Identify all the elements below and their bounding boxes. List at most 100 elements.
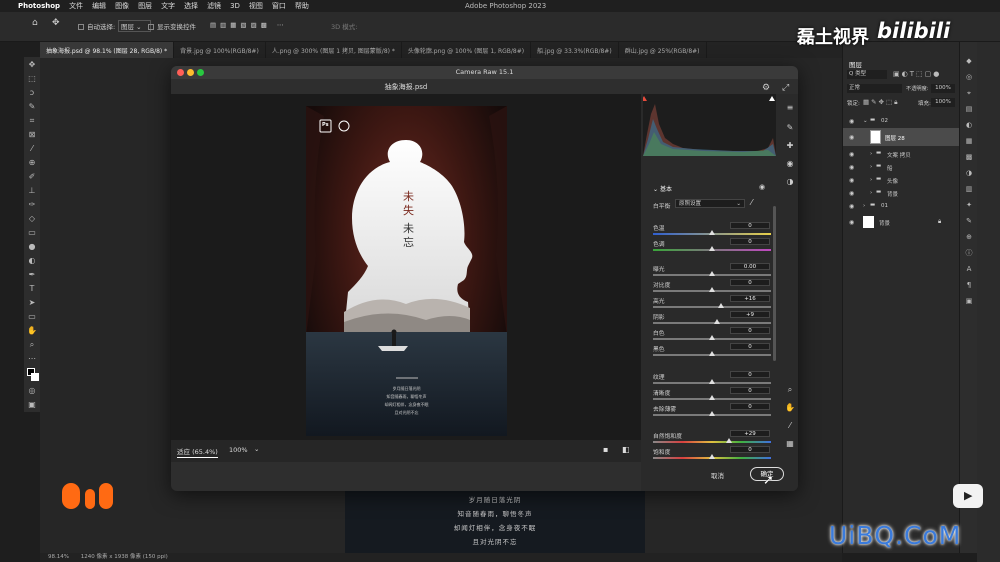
- channels-icon[interactable]: ◎: [964, 72, 974, 82]
- layer-row-selected[interactable]: ◉ 图层 28: [843, 128, 960, 146]
- slider-thumb[interactable]: [709, 335, 715, 340]
- zoom-tool-icon[interactable]: ⌕: [27, 340, 37, 350]
- chevron-down-icon[interactable]: ⌄: [254, 445, 259, 453]
- edit-sliders-icon[interactable]: ≡: [784, 102, 796, 114]
- menu-3d[interactable]: 3D: [230, 2, 240, 10]
- show-transform-checkbox[interactable]: 显示变换控件: [148, 21, 196, 31]
- slider-value-field[interactable]: +16: [730, 295, 770, 302]
- slider-12[interactable]: 饱和度 0: [653, 446, 773, 465]
- panel-scrollbar[interactable]: [773, 206, 776, 361]
- character-icon[interactable]: A: [964, 264, 974, 274]
- layer-row-group[interactable]: ◉ › ▬ 文案 拷贝: [843, 148, 960, 161]
- status-zoom[interactable]: 98.14%: [48, 554, 69, 560]
- chevron-right-icon[interactable]: ›: [863, 203, 865, 209]
- slider-value-field[interactable]: 0: [730, 371, 770, 378]
- gradient-tool-icon[interactable]: ▭: [27, 228, 37, 238]
- properties-icon[interactable]: ▦: [964, 136, 974, 146]
- chevron-right-icon[interactable]: ›: [870, 151, 872, 157]
- slider-thumb[interactable]: [709, 246, 715, 251]
- layer-row-group[interactable]: ◉ › ▬ 头像: [843, 174, 960, 187]
- eye-icon[interactable]: ◉: [849, 203, 854, 210]
- slider-value-field[interactable]: 0: [730, 387, 770, 394]
- healing-tool-icon[interactable]: ⊕: [27, 158, 37, 168]
- slider-track[interactable]: [653, 306, 771, 308]
- menu-file[interactable]: 文件: [69, 1, 83, 11]
- menu-type[interactable]: 文字: [161, 1, 175, 11]
- slider-value-field[interactable]: +29: [730, 430, 770, 437]
- presets-icon[interactable]: ◑: [784, 176, 796, 188]
- eye-icon[interactable]: ◉: [849, 190, 854, 197]
- eye-icon[interactable]: ◉: [849, 118, 854, 125]
- quick-mask-icon[interactable]: ◎: [27, 386, 37, 396]
- layers-tab[interactable]: 图层: [849, 59, 862, 69]
- zoom-fit-button[interactable]: 适应 (65.4%): [177, 446, 218, 458]
- slider-track[interactable]: [653, 441, 771, 443]
- eye-icon[interactable]: ◉: [849, 151, 854, 158]
- slider-thumb[interactable]: [709, 351, 715, 356]
- layer-filter-dropdown[interactable]: Q 类型: [847, 70, 887, 79]
- view-toggle-icon[interactable]: ▪: [603, 445, 608, 454]
- marquee-tool-icon[interactable]: ⬚: [27, 74, 37, 84]
- home-icon[interactable]: ⌂: [32, 18, 38, 28]
- slider-thumb[interactable]: [709, 395, 715, 400]
- slider-thumb[interactable]: [726, 438, 733, 443]
- color-sampler-icon[interactable]: ⁄: [784, 420, 796, 432]
- auto-select-checkbox[interactable]: 自动选择:: [78, 21, 115, 31]
- slider-value-field[interactable]: 0: [730, 327, 770, 334]
- chevron-right-icon[interactable]: ›: [870, 164, 872, 170]
- color-icon[interactable]: ◑: [964, 168, 974, 178]
- fill-field[interactable]: 100%: [931, 98, 955, 107]
- layers-panel-icon[interactable]: ◆: [964, 56, 974, 66]
- cancel-button[interactable]: 取消: [711, 470, 724, 480]
- slider-value-field[interactable]: 0: [730, 403, 770, 410]
- chevron-right-icon[interactable]: ›: [870, 177, 872, 183]
- history-brush-icon[interactable]: ✑: [27, 200, 37, 210]
- gear-icon[interactable]: ⚙: [762, 83, 770, 93]
- layer-row-group[interactable]: ◉ › ▬ 背景: [843, 187, 960, 200]
- before-after-icon[interactable]: ◧: [622, 445, 630, 454]
- brush-tool-icon[interactable]: ✐: [27, 172, 37, 182]
- path-select-tool-icon[interactable]: ➤: [27, 298, 37, 308]
- slider-thumb[interactable]: [714, 319, 721, 324]
- menu-layer[interactable]: 图层: [138, 1, 152, 11]
- opacity-field[interactable]: 100%: [931, 84, 955, 93]
- slider-value-field[interactable]: 0: [730, 343, 770, 350]
- eye-icon[interactable]: ◉: [849, 177, 854, 184]
- wb-dropdown[interactable]: 原照设置 ⌄: [675, 199, 745, 208]
- grid-icon[interactable]: ▦: [784, 438, 796, 450]
- menu-app-name[interactable]: Photoshop: [18, 2, 60, 10]
- more-tools-icon[interactable]: ⋯: [27, 354, 37, 364]
- hand-tool-icon[interactable]: ✋: [27, 326, 37, 336]
- menu-select[interactable]: 选择: [184, 1, 198, 11]
- type-tool-icon[interactable]: T: [27, 284, 37, 294]
- doc-tab[interactable]: 船.jpg @ 33.3%(RGB/8#): [531, 42, 619, 58]
- layer-row-group-02[interactable]: ◉ ⌄ ▬ 02: [843, 115, 960, 128]
- zoom-icon[interactable]: ⌕: [784, 384, 796, 396]
- doc-tab[interactable]: 头像轮廓.png @ 100% (图层 1, RGB/8#): [402, 42, 532, 58]
- red-eye-icon[interactable]: ◉: [784, 158, 796, 170]
- move-tool-icon[interactable]: ✥: [27, 60, 37, 70]
- crop-tool-icon[interactable]: ⌗: [27, 116, 37, 126]
- libraries-icon[interactable]: ▥: [964, 184, 974, 194]
- shape-tool-icon[interactable]: ▭: [27, 312, 37, 322]
- menu-help[interactable]: 帮助: [295, 1, 309, 11]
- layer-row-group-01[interactable]: ◉ › ▬ 01: [843, 200, 960, 213]
- history-icon[interactable]: ▤: [964, 104, 974, 114]
- menu-image[interactable]: 图像: [115, 1, 129, 11]
- layer-row-background[interactable]: ◉ 背景 🔒︎: [843, 214, 960, 230]
- slider-thumb[interactable]: [709, 379, 715, 384]
- slider-thumb[interactable]: [718, 303, 725, 308]
- clone-source-icon[interactable]: ⊕: [964, 232, 974, 242]
- blur-tool-icon[interactable]: ●: [27, 242, 37, 252]
- styles-icon[interactable]: ✦: [964, 200, 974, 210]
- doc-tab[interactable]: 群山.jpg @ 25%(RGB/8#): [619, 42, 707, 58]
- slider-track[interactable]: [653, 322, 771, 324]
- brush-icon[interactable]: ✎: [784, 122, 796, 134]
- zoom-100-button[interactable]: 100%: [229, 446, 248, 454]
- slider-7[interactable]: 黑色 0: [653, 343, 773, 362]
- menu-view[interactable]: 视图: [249, 1, 263, 11]
- doc-tab[interactable]: 人.png @ 300% (图层 1 拷贝, 图层蒙版/8) *: [266, 42, 402, 58]
- slider-10[interactable]: 去除薄雾 0: [653, 403, 773, 422]
- expand-icon[interactable]: ⤢: [782, 83, 789, 93]
- slider-value-field[interactable]: +9: [730, 311, 770, 318]
